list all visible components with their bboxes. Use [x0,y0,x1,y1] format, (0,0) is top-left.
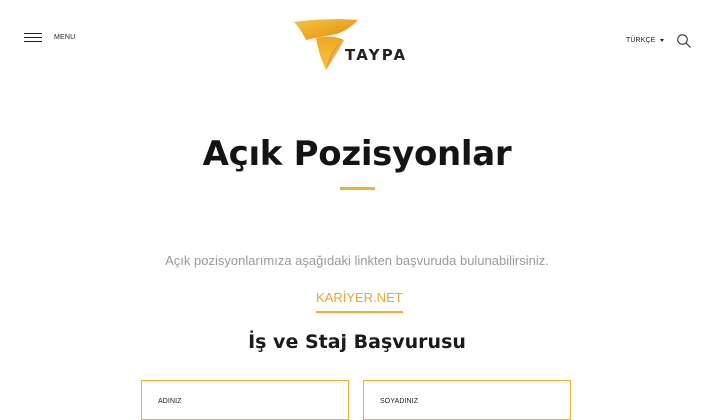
last-name-input[interactable] [364,381,570,419]
site-logo[interactable]: TAYPA [292,18,424,74]
logo-text: TAYPA [345,46,408,64]
search-button[interactable] [676,33,692,49]
first-name-field[interactable]: ADINIZ [141,380,349,420]
menu-button[interactable]: MENU [24,33,75,42]
first-name-input[interactable] [142,381,348,419]
form-title: İş ve Staj Başvurusu [248,331,466,353]
last-name-field[interactable]: SOYADINIZ [363,380,571,420]
intro-text: Açık pozisyonlarımıza aşağıdaki linkten … [165,253,549,268]
caret-down-icon [660,39,665,42]
kariyer-net-link[interactable]: KARİYER.NET [316,290,403,313]
menu-label: MENU [54,34,76,41]
language-selector[interactable]: TÜRKÇE [626,37,665,44]
site-header: MENU TAYPA TÜRKÇE [0,0,728,90]
language-label: TÜRKÇE [626,37,656,44]
hamburger-icon [24,33,42,42]
search-icon [677,34,691,48]
title-underline [340,187,375,190]
page-title: Açık Pozisyonlar [202,134,512,174]
